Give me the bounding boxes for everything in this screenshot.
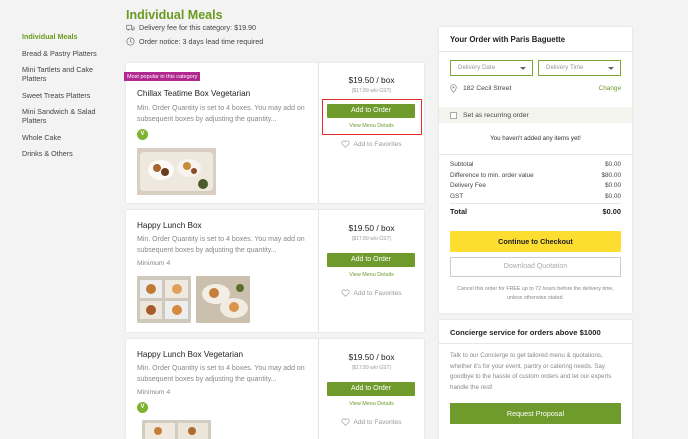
sidebar-item-mini-tartlets[interactable]: Mini Tartlets and Cake Platters — [22, 65, 118, 83]
favorites-label: Add to Favorites — [353, 140, 402, 148]
total-value: $0.00 — [602, 207, 622, 216]
delivery-truck-icon — [126, 24, 135, 31]
summary-row-gst: GST $0.00 — [450, 193, 621, 200]
product-image[interactable] — [137, 276, 191, 323]
recurring-order-row: Set as recurring order — [439, 107, 632, 123]
delivery-fee-text: Delivery fee for this category: $19.90 — [139, 23, 257, 32]
price-without-gst: ($17.89 w/o GST) — [351, 236, 392, 242]
concierge-panel: Concierge service for orders above $1000… — [439, 320, 632, 439]
add-to-order-button[interactable]: Add to Order — [327, 382, 415, 396]
summary-label: Subtotal — [450, 161, 474, 168]
delivery-address: 182 Cecil Street — [450, 84, 511, 93]
summary-value: $80.00 — [601, 171, 621, 179]
delivery-time-select[interactable]: Delivery Time — [538, 60, 621, 76]
minimum-quantity: Minimum 4 — [137, 389, 171, 396]
add-to-order-button[interactable]: Add to Order — [327, 253, 415, 267]
vegetarian-badge: V — [137, 129, 148, 140]
product-card: Most popular in this category Chillax Te… — [124, 63, 424, 203]
order-panel: Your Order with Paris Baguette Delivery … — [439, 27, 632, 313]
summary-row-subtotal: Subtotal $0.00 — [450, 161, 621, 168]
order-notice-info: Order notice: 3 days lead time required — [126, 37, 263, 46]
summary-label: GST — [450, 192, 464, 200]
chevron-down-icon — [608, 67, 614, 70]
heart-icon — [341, 140, 351, 148]
add-to-favorites-button[interactable]: Add to Favorites — [319, 418, 424, 426]
continue-to-checkout-button[interactable]: Continue to Checkout — [450, 231, 621, 252]
view-menu-details-link[interactable]: View Menu Details — [319, 401, 424, 407]
summary-row-min-difference: Difference to min. order value $80.00 — [450, 172, 621, 179]
product-card: Happy Lunch Box Min. Order Quantity is s… — [126, 210, 424, 332]
summary-value: $0.00 — [605, 182, 621, 189]
product-image[interactable] — [142, 420, 211, 439]
total-label: Total — [450, 207, 468, 216]
summary-value: $0.00 — [605, 192, 621, 200]
summary-value: $0.00 — [605, 161, 621, 168]
product-image[interactable] — [196, 276, 250, 323]
add-to-favorites-button[interactable]: Add to Favorites — [319, 140, 424, 148]
page-title: Individual Meals — [126, 8, 223, 22]
sidebar-item-whole-cake[interactable]: Whole Cake — [22, 133, 118, 142]
add-to-favorites-button[interactable]: Add to Favorites — [319, 289, 424, 297]
product-description: Min. Order Quantity is set to 4 boxes. Y… — [137, 105, 305, 123]
recurring-order-checkbox[interactable] — [450, 111, 457, 119]
delivery-date-placeholder: Delivery Date — [458, 64, 496, 71]
favorites-label: Add to Favorites — [353, 418, 402, 426]
download-quotation-button[interactable]: Download Quotation — [450, 257, 621, 277]
request-proposal-button[interactable]: Request Proposal — [450, 403, 621, 424]
empty-cart-message: You haven't added any items yet! — [490, 135, 581, 142]
recurring-order-label: Set as recurring order — [463, 111, 529, 119]
concierge-description: Talk to our Concierge to get tailored me… — [450, 352, 612, 391]
category-sidebar: Individual Meals Bread & Pastry Platters… — [22, 32, 118, 166]
concierge-title: Concierge service for orders above $1000 — [450, 328, 601, 337]
product-name[interactable]: Chillax Teatime Box Vegetarian — [137, 89, 250, 98]
product-card: Happy Lunch Box Vegetarian Min. Order Qu… — [126, 339, 424, 439]
delivery-time-placeholder: Delivery Time — [546, 64, 584, 71]
product-price: $19.50 / box — [348, 352, 395, 362]
heart-icon — [341, 289, 351, 297]
delivery-fee-info: Delivery fee for this category: $19.90 — [126, 23, 256, 32]
summary-row-total: Total $0.00 — [450, 207, 621, 216]
summary-label: Difference to min. order value — [450, 171, 534, 179]
delivery-date-select[interactable]: Delivery Date — [450, 60, 533, 76]
minimum-quantity: Minimum 4 — [137, 260, 171, 267]
favorites-label: Add to Favorites — [353, 289, 402, 297]
summary-row-delivery-fee: Delivery Fee $0.00 — [450, 182, 621, 189]
cancellation-note: Cancel this order for FREE up to 72 hour… — [457, 286, 614, 301]
order-title: Your Order with Paris Baguette — [450, 35, 566, 44]
product-description: Min. Order Quantity is set to 4 boxes. Y… — [137, 365, 305, 383]
product-description: Min. Order Quantity is set to 4 boxes. Y… — [137, 236, 305, 254]
price-without-gst: ($17.89 w/o GST) — [351, 88, 392, 94]
address-text: 182 Cecil Street — [463, 85, 512, 92]
sidebar-item-individual-meals[interactable]: Individual Meals — [22, 32, 118, 41]
summary-label: Delivery Fee — [450, 182, 486, 189]
product-image[interactable] — [137, 148, 216, 195]
product-name[interactable]: Happy Lunch Box — [137, 221, 202, 230]
chevron-down-icon — [520, 67, 526, 70]
vegetarian-badge: V — [137, 402, 148, 413]
product-price: $19.50 / box — [348, 223, 395, 233]
sidebar-item-drinks[interactable]: Drinks & Others — [22, 149, 118, 158]
divider — [439, 51, 632, 52]
divider — [439, 343, 632, 344]
divider — [450, 203, 621, 204]
location-pin-icon — [450, 84, 457, 93]
product-name[interactable]: Happy Lunch Box Vegetarian — [137, 350, 243, 359]
price-without-gst: ($17.89 w/o GST) — [351, 365, 392, 371]
page-root: Individual Meals Bread & Pastry Platters… — [0, 0, 688, 439]
sidebar-item-mini-sandwich[interactable]: Mini Sandwich & Salad Platters — [22, 107, 118, 125]
popular-badge: Most popular in this category — [124, 72, 201, 81]
clock-icon — [126, 37, 135, 46]
divider — [439, 154, 632, 155]
sidebar-item-sweet-treats[interactable]: Sweet Treats Platters — [22, 91, 118, 100]
view-menu-details-link[interactable]: View Menu Details — [319, 272, 424, 278]
order-notice-text: Order notice: 3 days lead time required — [139, 37, 264, 46]
sidebar-item-bread-pastry[interactable]: Bread & Pastry Platters — [22, 49, 118, 58]
heart-icon — [341, 418, 351, 426]
product-price: $19.50 / box — [348, 75, 395, 85]
highlight-box — [322, 99, 422, 135]
change-address-link[interactable]: Change — [599, 85, 621, 92]
